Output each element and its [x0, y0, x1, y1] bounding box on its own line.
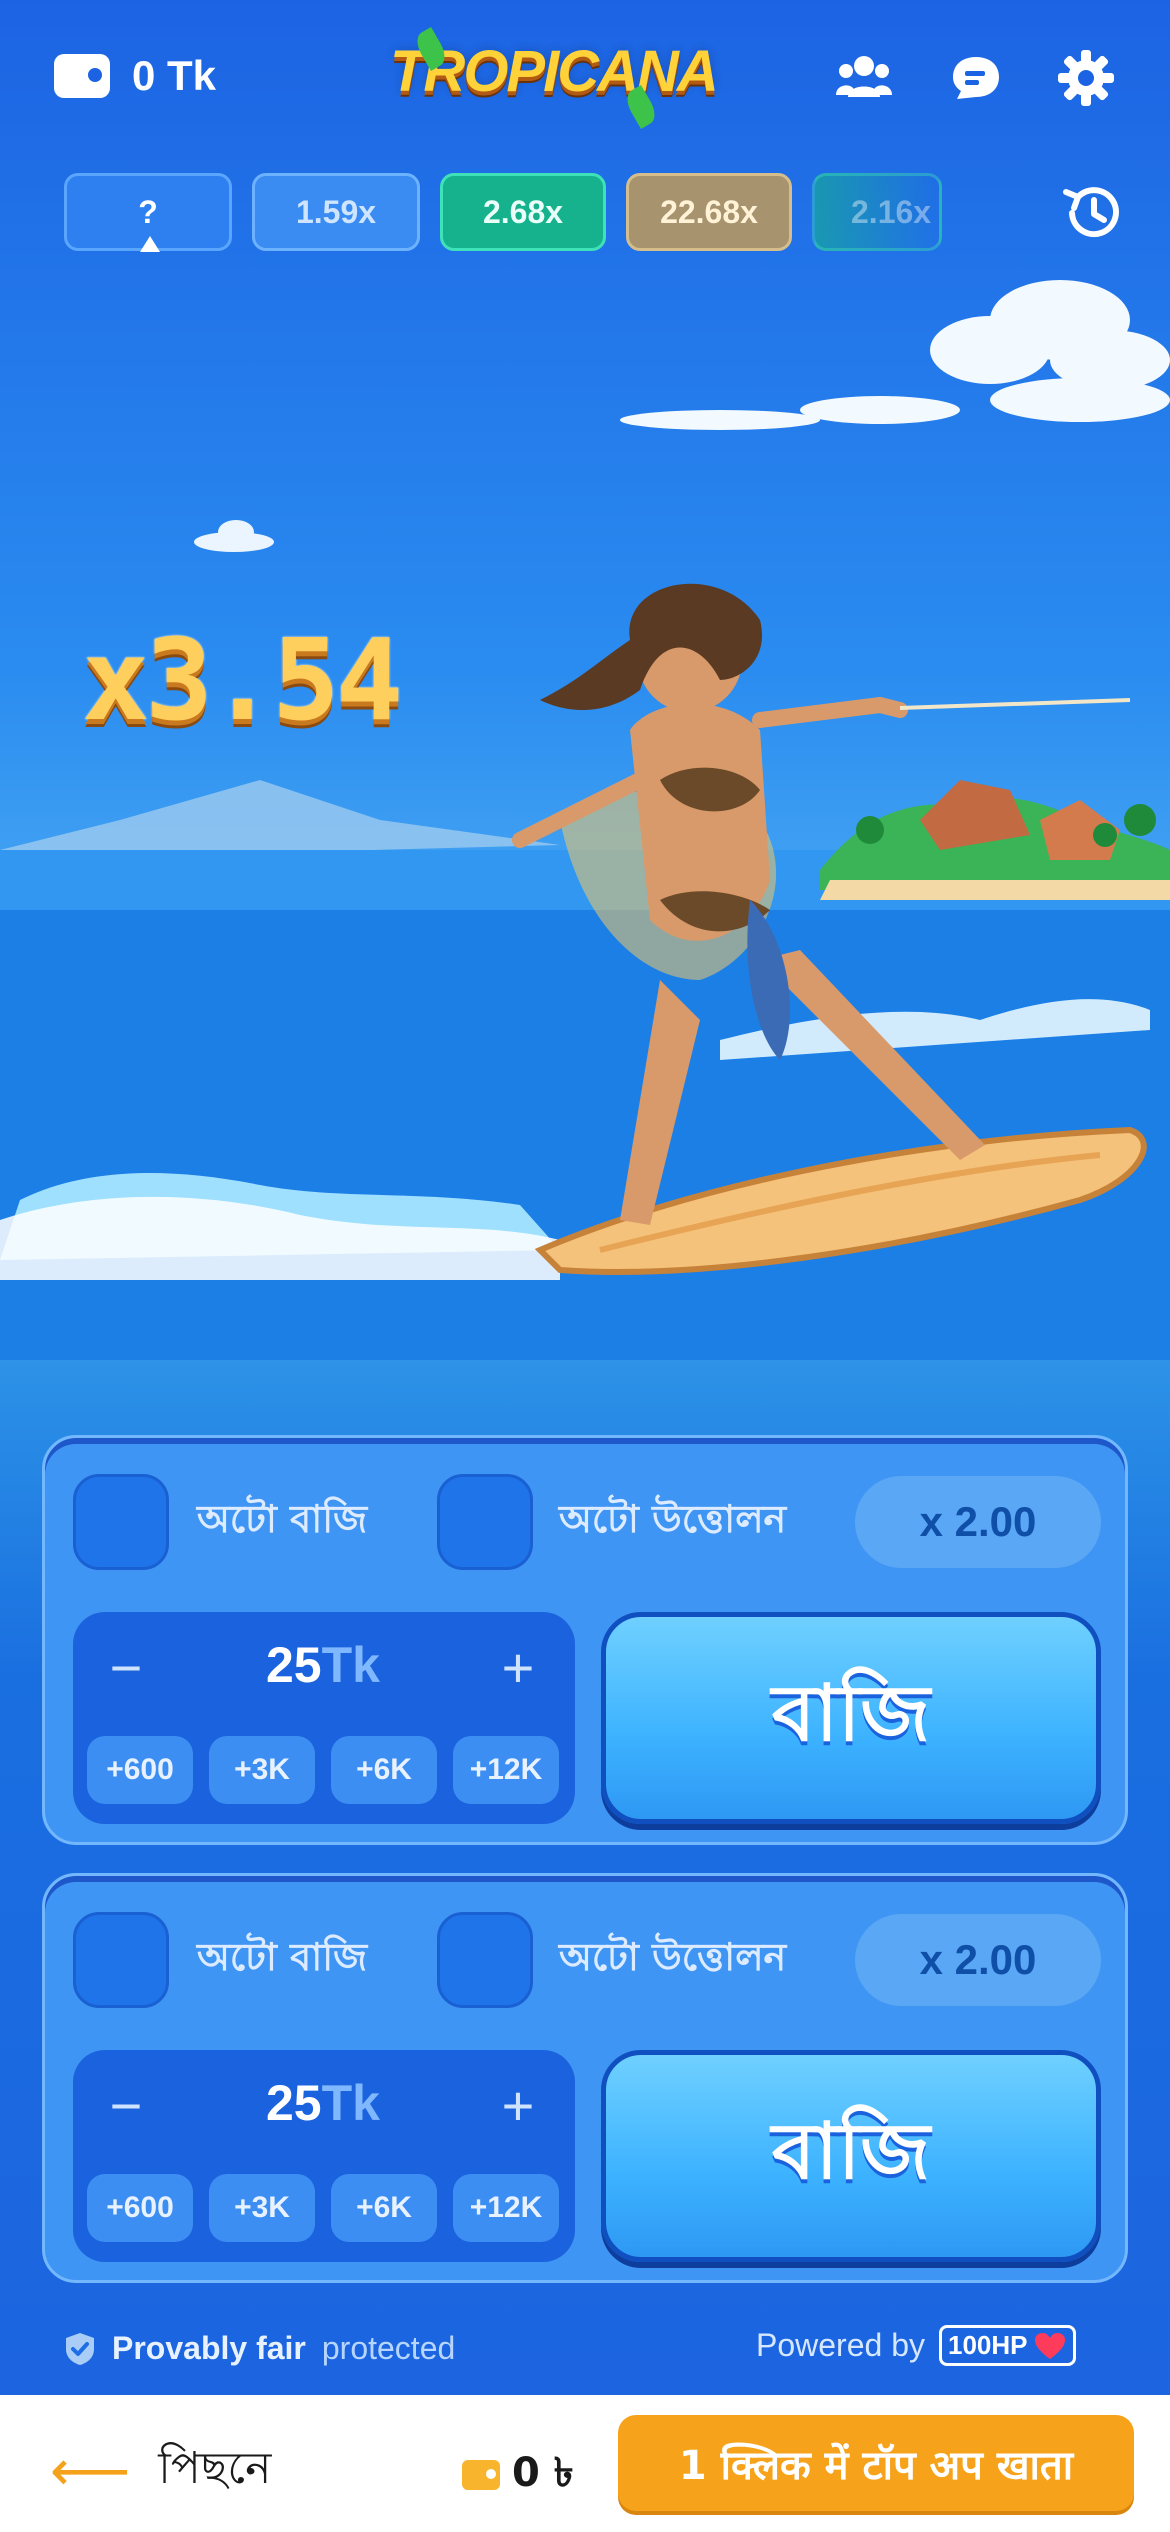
wallet-icon [462, 2459, 500, 2490]
players-icon [836, 56, 892, 97]
bet-amount-control: − 25Tk + +600 +3K +6K +12K [73, 2050, 575, 2262]
bet-panel-2: অটো বাজি অটো উত্তোলন x 2.00 − 25Tk + +60… [42, 1873, 1128, 2283]
history-chip[interactable]: 2.68x [440, 173, 606, 251]
auto-cashout-checkbox[interactable] [437, 1474, 533, 1570]
decrease-bet-button[interactable]: − [91, 2070, 161, 2140]
auto-cashout-label: অটো উত্তোলন [559, 1497, 787, 1541]
gear-icon [1058, 50, 1114, 106]
bottom-bar: ⟵ পিছনে 0 ৳ 1 क्लिक में टॉप अप खाता [0, 2395, 1170, 2532]
players-button[interactable] [834, 48, 894, 108]
auto-cashout-label: অটো উত্তোলন [559, 1935, 787, 1979]
topup-button[interactable]: 1 क्लिक में टॉप अप खाता [618, 2415, 1134, 2511]
history-chip[interactable]: 2.16x [812, 173, 942, 251]
multiplier-history: ? 1.59x 2.68x 22.68x 2.16x [64, 173, 942, 251]
auto-bet-label: অটো বাজি [197, 1497, 368, 1541]
bet-amount-control: − 25Tk + +600 +3K +6K +12K [73, 1612, 575, 1824]
quick-amount-row: +600 +3K +6K +12K [87, 1736, 559, 1804]
bet-amount-unit: Tk [321, 2075, 380, 2131]
provably-fair-link[interactable]: Provably fair protected [64, 2330, 455, 2367]
auto-bet-checkbox[interactable] [73, 1474, 169, 1570]
quick-amount-button[interactable]: +6K [331, 1736, 437, 1804]
bet-button[interactable]: বাজি [601, 2050, 1101, 2262]
quick-amount-button[interactable]: +6K [331, 2174, 437, 2242]
tropicana-logo: TROPICANA [390, 27, 719, 129]
scene-illustration [0, 280, 1170, 1360]
fair-label: Provably fair [112, 2330, 306, 2366]
heart-icon [1035, 2332, 1066, 2359]
small-cloud [194, 520, 274, 552]
bet-amount-value[interactable]: 25Tk [193, 2074, 453, 2132]
increase-bet-button[interactable]: + [483, 2070, 553, 2140]
bet-amount-unit: Tk [321, 1637, 380, 1693]
balance-text: 0 Tk [132, 52, 217, 99]
settings-button[interactable] [1056, 48, 1116, 108]
auto-cashout-multiplier-input[interactable]: x 2.00 [855, 1476, 1101, 1568]
quick-amount-row: +600 +3K +6K +12K [87, 2174, 559, 2242]
auto-bet-checkbox[interactable] [73, 1912, 169, 2008]
history-button[interactable] [1058, 178, 1128, 248]
current-multiplier: x3.54 [82, 616, 403, 746]
sea [0, 850, 1170, 1360]
auto-bet-label: অটো বাজি [197, 1935, 368, 1979]
bet-button[interactable]: বাজি [601, 1612, 1101, 1824]
chat-icon [953, 57, 999, 99]
cloud [620, 280, 1170, 430]
header: 0 Tk TROPICANA [0, 0, 1170, 160]
bottom-balance: 0 ৳ [462, 2441, 574, 2508]
quick-amount-button[interactable]: +12K [453, 2174, 559, 2242]
back-button[interactable]: ⟵ পিছনে [50, 2435, 271, 2508]
powered-by: Powered by 100HP [756, 2325, 1077, 2366]
auto-cashout-multiplier-input[interactable]: x 2.00 [855, 1914, 1101, 2006]
current-round-pointer [140, 236, 160, 252]
bet-amount-value[interactable]: 25Tk [193, 1636, 453, 1694]
back-label: পিছনে [158, 2443, 272, 2494]
history-chip[interactable]: 1.59x [252, 173, 420, 251]
auto-cashout-checkbox[interactable] [437, 1912, 533, 2008]
quick-amount-button[interactable]: +600 [87, 2174, 193, 2242]
provider-name: 100HP [947, 2330, 1028, 2360]
decrease-bet-button[interactable]: − [91, 1632, 161, 1702]
history-icon [1063, 187, 1119, 238]
quick-amount-button[interactable]: +600 [87, 1736, 193, 1804]
powered-by-label: Powered by [756, 2327, 925, 2363]
fair-sublabel: protected [321, 2330, 456, 2366]
quick-amount-button[interactable]: +12K [453, 1736, 559, 1804]
bet-panel-1: অটো বাজি অটো উত্তোলন x 2.00 − 25Tk + +60… [42, 1435, 1128, 1845]
history-chip[interactable]: 22.68x [626, 173, 792, 251]
wallet-balance[interactable]: 0 Tk [54, 52, 216, 100]
back-arrow-icon: ⟵ [50, 2438, 131, 2504]
wallet-icon [54, 54, 110, 98]
quick-amount-button[interactable]: +3K [209, 1736, 315, 1804]
game-area: 0 Tk TROPICANA ? 1.59x 2.68x 22.68x 2.16… [0, 0, 1170, 2395]
quick-amount-button[interactable]: +3K [209, 2174, 315, 2242]
increase-bet-button[interactable]: + [483, 1632, 553, 1702]
mountains [0, 780, 560, 860]
bottom-balance-text: 0 ৳ [512, 2450, 574, 2496]
bet-amount-number: 25 [266, 2075, 322, 2131]
provider-logo: 100HP [938, 2325, 1077, 2366]
game-scene: x3.54 [0, 260, 1170, 1360]
bet-amount-number: 25 [266, 1637, 322, 1693]
chat-button[interactable] [946, 48, 1006, 108]
shield-icon [66, 2332, 94, 2365]
island [820, 780, 1170, 900]
